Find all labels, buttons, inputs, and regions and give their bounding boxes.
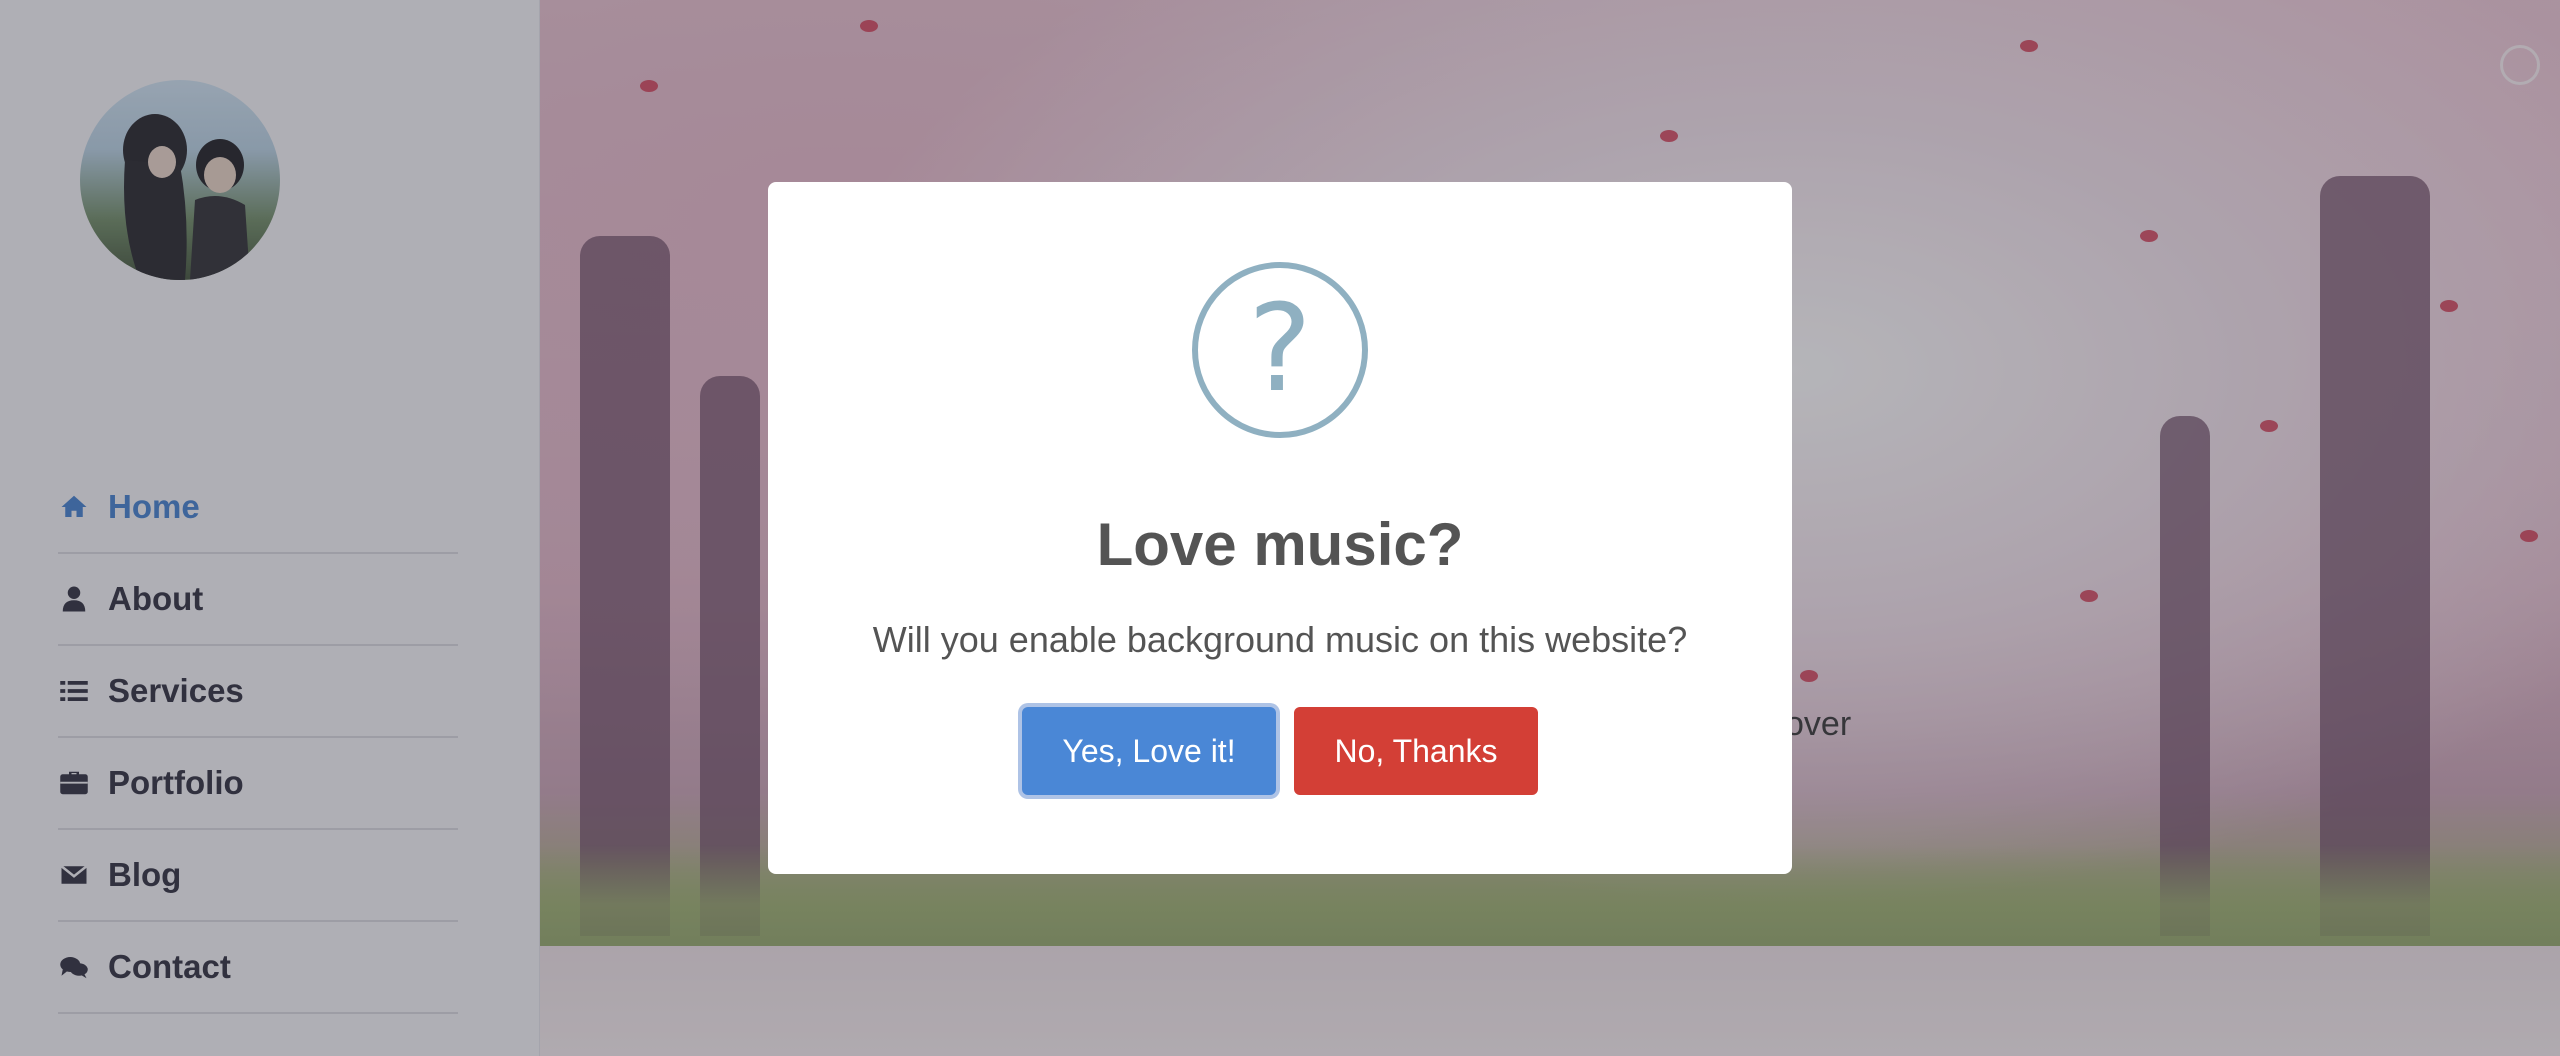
dialog-title: Love music? [1096, 511, 1464, 578]
confirm-button[interactable]: Yes, Love it! [1022, 707, 1276, 795]
question-icon: ? [1192, 262, 1368, 438]
music-consent-dialog: ? Love music? Will you enable background… [768, 182, 1792, 874]
cancel-button[interactable]: No, Thanks [1294, 707, 1538, 795]
dialog-actions: Yes, Love it! No, Thanks [1022, 707, 1538, 795]
dialog-text: Will you enable background music on this… [872, 619, 1688, 660]
